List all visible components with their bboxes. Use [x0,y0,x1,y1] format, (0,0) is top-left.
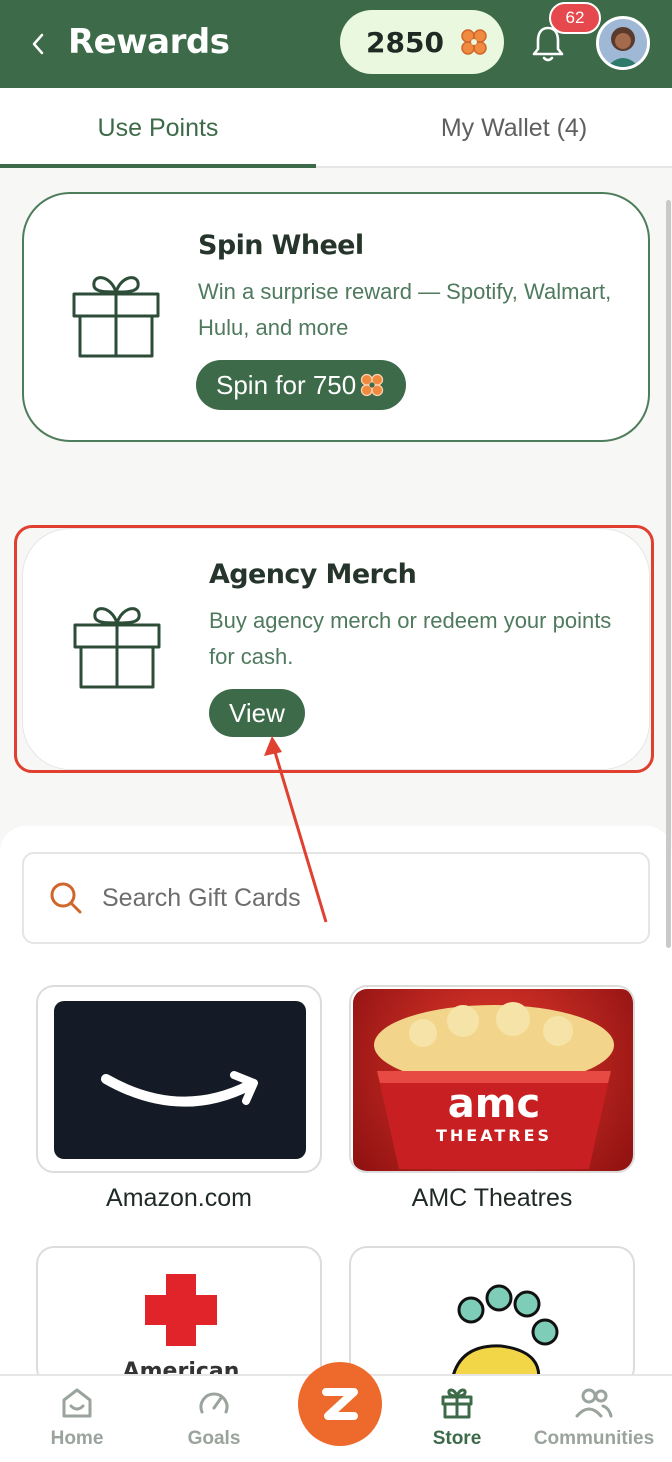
spin-wheel-title: Spin Wheel [198,230,364,261]
app-header: Rewards 2850 62 [0,0,672,88]
gift-card-name: Amazon.com [106,1184,252,1212]
scrollbar[interactable] [666,200,671,948]
search-input[interactable]: Search Gift Cards [22,852,650,944]
svg-text:THEATRES: THEATRES [436,1126,552,1145]
gift-card-amc[interactable]: amc THEATRES [349,985,635,1173]
nav-communities[interactable]: Communities [530,1386,658,1458]
tab-bar: Use Points My Wallet (4) [0,88,672,168]
z-action-button[interactable] [298,1362,382,1446]
spin-button-label: Spin for 750 [216,369,357,400]
points-value: 2850 [366,25,444,59]
paw-logo [450,1284,559,1384]
gift-card-amazon[interactable] [36,985,322,1173]
gauge-icon [199,1392,229,1414]
gift-card-pet[interactable] [349,1246,635,1386]
spin-wheel-description: Win a surprise reward — Spotify, Walmart… [198,279,612,340]
gift-card-name: AMC Theatres [411,1184,573,1212]
tab-my-wallet[interactable]: My Wallet (4) [356,88,672,168]
search-icon [50,882,82,914]
red-cross-logo: American [123,1274,239,1384]
avatar[interactable] [596,16,650,70]
gift-icon [441,1388,473,1419]
nav-home[interactable]: Home [12,1386,142,1458]
amazon-logo [54,1001,306,1159]
nav-label: Communities [533,1428,655,1449]
gift-icon [72,276,160,358]
spin-wheel-card[interactable]: Spin Wheel Win a surprise reward — Spoti… [22,192,650,442]
amc-logo: amc THEATRES [353,989,633,1171]
points-coin-icon [461,29,487,55]
nav-store[interactable]: Store [392,1386,522,1458]
home-icon [62,1388,92,1418]
avatar-image [599,19,647,67]
spin-button[interactable]: Spin for 750 [196,360,407,410]
tab-use-points[interactable]: Use Points [0,88,316,168]
points-coin-icon [361,373,384,397]
nav-label: Store [432,1428,482,1449]
people-icon [575,1388,613,1418]
z-logo-icon [322,1388,358,1420]
page-title: Rewards [68,22,230,62]
notification-badge: 62 [549,2,601,34]
svg-text:amc: amc [448,1081,540,1127]
search-placeholder: Search Gift Cards [102,883,301,912]
highlight-box [14,525,654,773]
back-button[interactable] [26,28,50,60]
nav-label: Goals [187,1428,241,1449]
nav-goals[interactable]: Goals [149,1386,279,1458]
chevron-left-icon [32,33,44,55]
nav-label: Home [50,1428,104,1449]
gift-card-red-cross[interactable]: American [36,1246,322,1386]
points-balance[interactable]: 2850 [340,10,504,74]
active-tab-indicator [0,164,316,168]
